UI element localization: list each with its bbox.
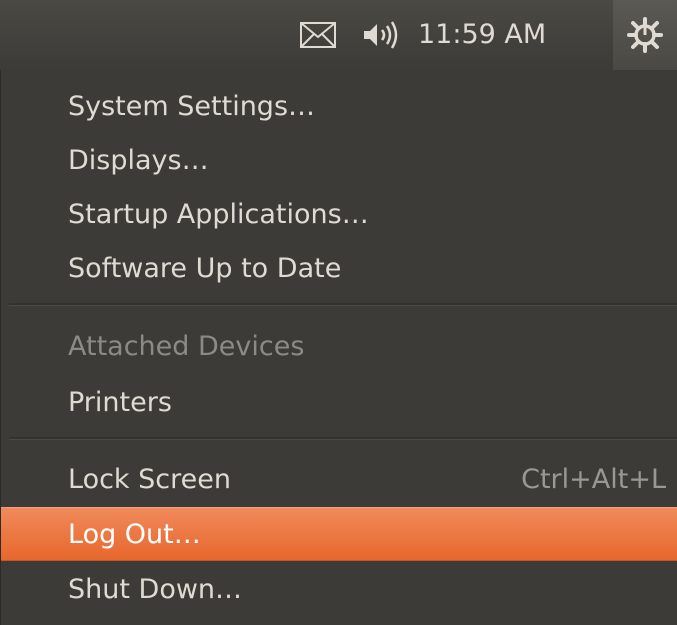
session-menu: System Settings… Displays… Startup Appli…	[0, 70, 677, 625]
top-panel: 11:59 AM	[0, 0, 677, 70]
menu-item-shut-down[interactable]: Shut Down…	[1, 563, 677, 617]
power-gear-icon[interactable]	[613, 0, 677, 70]
mail-icon[interactable]	[296, 0, 340, 70]
menu-item-displays[interactable]: Displays…	[1, 134, 677, 188]
menu-item-attached-devices: Attached Devices	[68, 331, 305, 362]
menu-item-startup-applications[interactable]: Startup Applications…	[1, 188, 677, 242]
menu-item-software-up-to-date[interactable]: Software Up to Date	[1, 242, 677, 296]
clock[interactable]: 11:59 AM	[418, 0, 546, 70]
lock-screen-label: Lock Screen	[68, 464, 231, 495]
menu-item-printers[interactable]: Printers	[1, 376, 677, 430]
menu-separator	[9, 437, 677, 440]
menu-item-log-out[interactable]: Log Out…	[1, 507, 677, 561]
menu-item-system-settings[interactable]: System Settings…	[1, 80, 677, 134]
menu-item-lock-screen[interactable]: Lock Screen Ctrl+Alt+L	[1, 453, 677, 507]
lock-screen-shortcut: Ctrl+Alt+L	[521, 464, 666, 495]
menu-separator	[9, 303, 677, 306]
speaker-icon[interactable]	[358, 0, 406, 70]
